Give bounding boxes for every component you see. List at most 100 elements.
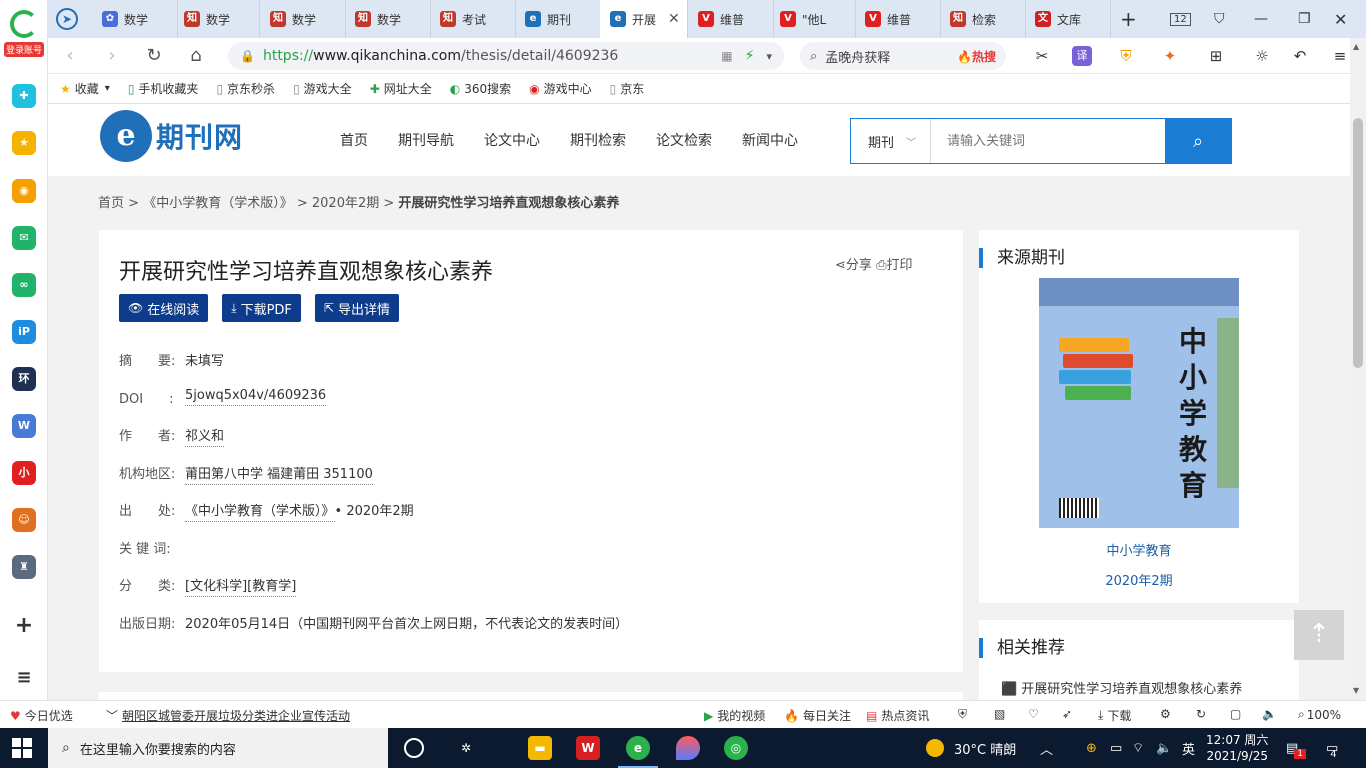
- taskbar-search[interactable]: ⌕ 在这里输入你要搜索的内容: [48, 728, 388, 768]
- task-view-icon[interactable]: [404, 738, 424, 758]
- meta-value[interactable]: 莆田第八中学 福建莆田 351100: [185, 463, 373, 485]
- browser-tab[interactable]: V 维普: [688, 0, 774, 38]
- grid-icon[interactable]: ⊞: [1206, 46, 1226, 66]
- wps-icon[interactable]: W: [576, 736, 600, 760]
- news-ticker[interactable]: ﹀ 朝阳区城管委开展垃圾分类进企业宣传活动: [106, 707, 350, 724]
- bookmark-item[interactable]: ◉ 游戏中心: [529, 80, 592, 97]
- meta-value[interactable]: [文化科学][教育学]: [185, 575, 297, 597]
- hot-search-label[interactable]: 🔥热搜: [957, 48, 996, 65]
- minimize-icon[interactable]: —: [1254, 0, 1268, 38]
- print-button[interactable]: ⎙打印: [876, 258, 912, 273]
- plugin-icon[interactable]: ⚙: [1160, 707, 1171, 721]
- nav-item[interactable]: 期刊检索: [570, 130, 626, 150]
- bolt-icon[interactable]: ⚡: [745, 48, 755, 64]
- mini-game-icon[interactable]: 小: [12, 461, 36, 485]
- site-search-button[interactable]: ⌕: [1165, 119, 1231, 163]
- download-pdf-button[interactable]: ⤓ 下载PDF: [222, 294, 301, 322]
- browser-tab[interactable]: ✿ 数学: [92, 0, 178, 38]
- tray-plus-icon[interactable]: ⊕: [1086, 728, 1097, 768]
- restore-icon[interactable]: ❐: [1298, 0, 1311, 38]
- browser-tab[interactable]: 知数学: [345, 0, 431, 38]
- nav-item[interactable]: 论文检索: [656, 130, 712, 150]
- daily-focus[interactable]: 🔥 每日关注: [784, 707, 851, 724]
- meta-value[interactable]: 5jowq5x04v/4609236: [185, 388, 327, 406]
- browser-tab[interactable]: V 维普: [855, 0, 941, 38]
- browser-search-field[interactable]: ⌕ 孟晚舟获释 🔥热搜: [800, 42, 1006, 70]
- breadcrumb-issue[interactable]: 2020年2期: [312, 196, 379, 211]
- weibo-icon[interactable]: ◉: [12, 179, 36, 203]
- breadcrumb-home[interactable]: 首页: [98, 196, 124, 211]
- scroll-down-icon[interactable]: ▼: [1353, 686, 1359, 695]
- add-app-icon[interactable]: +: [12, 614, 36, 638]
- site-logo[interactable]: e 期刊网: [100, 110, 243, 162]
- tab-count[interactable]: 12: [1170, 0, 1191, 38]
- home-icon[interactable]: ⌂: [184, 44, 208, 68]
- volume-icon[interactable]: 🔈: [1156, 728, 1172, 768]
- qr-icon[interactable]: ▦: [721, 49, 732, 63]
- shirt-icon[interactable]: ⛉: [1214, 0, 1225, 38]
- wechat-icon[interactable]: ◎: [724, 736, 748, 760]
- game-face-icon[interactable]: ☺: [12, 508, 36, 532]
- window-icon[interactable]: ▢: [1230, 707, 1241, 721]
- network-icon[interactable]: ⌔: [1132, 728, 1144, 768]
- file-explorer-icon[interactable]: ▬: [528, 736, 552, 760]
- new-tab-icon[interactable]: +: [1120, 0, 1137, 38]
- tray-expand-icon[interactable]: ︿: [1040, 728, 1053, 768]
- app-cross-icon[interactable]: ✚: [12, 84, 36, 108]
- reload-icon[interactable]: ↻: [142, 44, 166, 68]
- site-search-input[interactable]: [931, 119, 1165, 163]
- game-castle-icon[interactable]: ♜: [12, 555, 36, 579]
- tab-nav-icon[interactable]: ➤: [56, 0, 78, 38]
- hot-news[interactable]: ▤ 热点资讯: [866, 707, 929, 724]
- nav-item[interactable]: 首页: [340, 130, 368, 150]
- browser-tab[interactable]: e 开展 ✕: [600, 0, 688, 38]
- weather[interactable]: 30°C 晴朗: [926, 728, 1016, 768]
- clock[interactable]: 12:07 周六 2021/9/25: [1206, 728, 1268, 768]
- notification-icon[interactable]: ▭ 4: [1326, 728, 1338, 768]
- bookmark-item[interactable]: ▯ 京东: [610, 80, 645, 97]
- bookmark-item[interactable]: ◐ 360搜索: [450, 80, 511, 97]
- bookmark-item[interactable]: ✚ 网址大全: [370, 80, 432, 97]
- notes-icon[interactable]: ▤ 1: [1286, 728, 1307, 768]
- journal-name-link[interactable]: 中小学教育: [979, 540, 1299, 559]
- zoom-level[interactable]: ⌕ 100%: [1298, 707, 1341, 722]
- brightness-icon[interactable]: ☼: [1252, 46, 1272, 66]
- scissors-icon[interactable]: ✂: [1032, 46, 1052, 66]
- scroll-up-icon[interactable]: ▲: [1353, 42, 1359, 51]
- forward-icon[interactable]: ›: [100, 44, 124, 68]
- login-label[interactable]: 登录账号: [4, 42, 44, 57]
- browser-tab[interactable]: e 期刊: [515, 0, 601, 38]
- game-icon[interactable]: ✦: [1160, 46, 1180, 66]
- breadcrumb-journal[interactable]: 《中小学教育（学术版）》: [143, 196, 293, 211]
- close-window-icon[interactable]: ✕: [1334, 0, 1347, 38]
- 360-browser-icon[interactable]: e: [618, 736, 658, 768]
- nav-item[interactable]: 期刊导航: [398, 130, 454, 150]
- p-app-icon[interactable]: iP: [12, 320, 36, 344]
- journal-issue-link[interactable]: 2020年2期: [979, 570, 1299, 589]
- rocket-icon[interactable]: ➶: [1062, 707, 1072, 721]
- security-icon[interactable]: ⛨: [958, 707, 967, 722]
- search-type-select[interactable]: 期刊 ﹀: [851, 119, 931, 163]
- translate-icon[interactable]: 译: [1072, 46, 1092, 66]
- link-icon[interactable]: ∞: [12, 273, 36, 297]
- url-field[interactable]: 🔒 https://www.qikanchina.com/thesis/deta…: [228, 42, 784, 70]
- browser-tab[interactable]: 知检索: [940, 0, 1026, 38]
- word-doc-icon[interactable]: W: [12, 414, 36, 438]
- sound-icon[interactable]: 🔈: [1262, 707, 1277, 721]
- windows-start-icon[interactable]: [12, 738, 32, 758]
- browser-tab[interactable]: 知考试: [430, 0, 516, 38]
- close-tab-icon[interactable]: ✕: [668, 11, 680, 27]
- meta-value[interactable]: 《中小学教育（学术版）》: [185, 500, 335, 522]
- related-item[interactable]: ⬛ 开展研究性学习培养直观想象核心素养: [1001, 678, 1242, 697]
- refresh-icon[interactable]: ↻: [1196, 707, 1206, 721]
- url-dropdown-icon[interactable]: ▾: [766, 50, 772, 63]
- journal-cover[interactable]: 中小学教育: [1039, 278, 1239, 528]
- meta-value[interactable]: 祁义和: [185, 425, 225, 447]
- download-manager[interactable]: ⤓ 下载: [1098, 707, 1131, 724]
- favorites-star-icon[interactable]: ★: [12, 131, 36, 155]
- browser-menu-icon[interactable]: ≡: [1330, 46, 1350, 66]
- mail-icon[interactable]: ✉: [12, 226, 36, 250]
- nav-item[interactable]: 论文中心: [484, 130, 540, 150]
- bookmark-item[interactable]: ★ 收藏 ▾: [60, 80, 110, 97]
- today-picks[interactable]: ♥ 今日优选: [10, 707, 73, 724]
